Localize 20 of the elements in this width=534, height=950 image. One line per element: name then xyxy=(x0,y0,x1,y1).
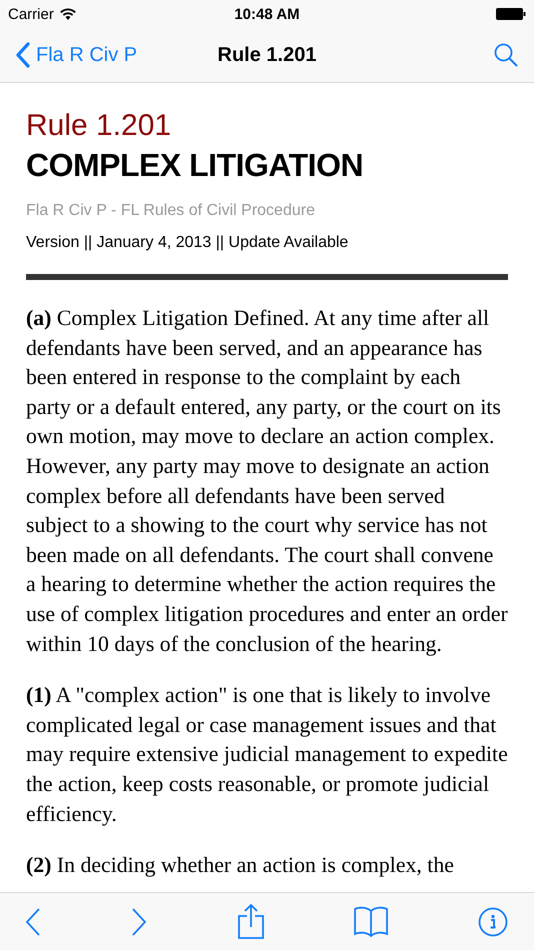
page-title: Rule 1.201 xyxy=(218,44,316,66)
status-time: 10:48 AM xyxy=(234,6,300,22)
info-icon[interactable] xyxy=(478,906,508,936)
rule-paragraph: (2) In deciding whether an action is complex, the xyxy=(26,852,455,880)
next-icon[interactable] xyxy=(131,908,148,936)
search-icon[interactable] xyxy=(494,43,518,67)
rule-paragraph: (a) Complex Litigation Defined. At any time after all defendants have been served, and an appearance has been entered in response to the complaint by each party or a default entered, any party, or the court on its own motion, may move to declare an action complex. However, any party may move to designate an action complex before all defendants have been served subject to a showing to the court why service has not been made on all defendants. The court shall convene a hearing to determine whether the action requires the use of complex litigation procedures and enter an order within 10 days of the conclusion of the hearing. xyxy=(26,305,508,658)
rule-paragraph: (1) A "complex action" is one that is likely to involve complicated legal or case management issues and that may require extensive judicial management to expedite the action, keep costs reasonable, or promote judicial efficiency. xyxy=(26,682,508,828)
previous-icon[interactable] xyxy=(25,908,41,936)
share-icon[interactable] xyxy=(238,904,264,939)
rule-number: Rule 1.201 xyxy=(26,109,172,143)
carrier-name: Carrier xyxy=(8,6,54,22)
chevron-left-icon xyxy=(16,42,30,68)
rule-title: COMPLEX LITIGATION xyxy=(26,147,364,184)
back-button[interactable]: Fla R Civ P xyxy=(16,42,138,68)
source-line: Fla R Civ P - FL Rules of Civil Procedure xyxy=(26,202,316,220)
book-icon[interactable] xyxy=(354,906,388,938)
version-line: Version || January 4, 2013 || Update Available xyxy=(26,234,350,252)
wifi-icon xyxy=(60,8,76,20)
battery-icon xyxy=(496,8,526,20)
